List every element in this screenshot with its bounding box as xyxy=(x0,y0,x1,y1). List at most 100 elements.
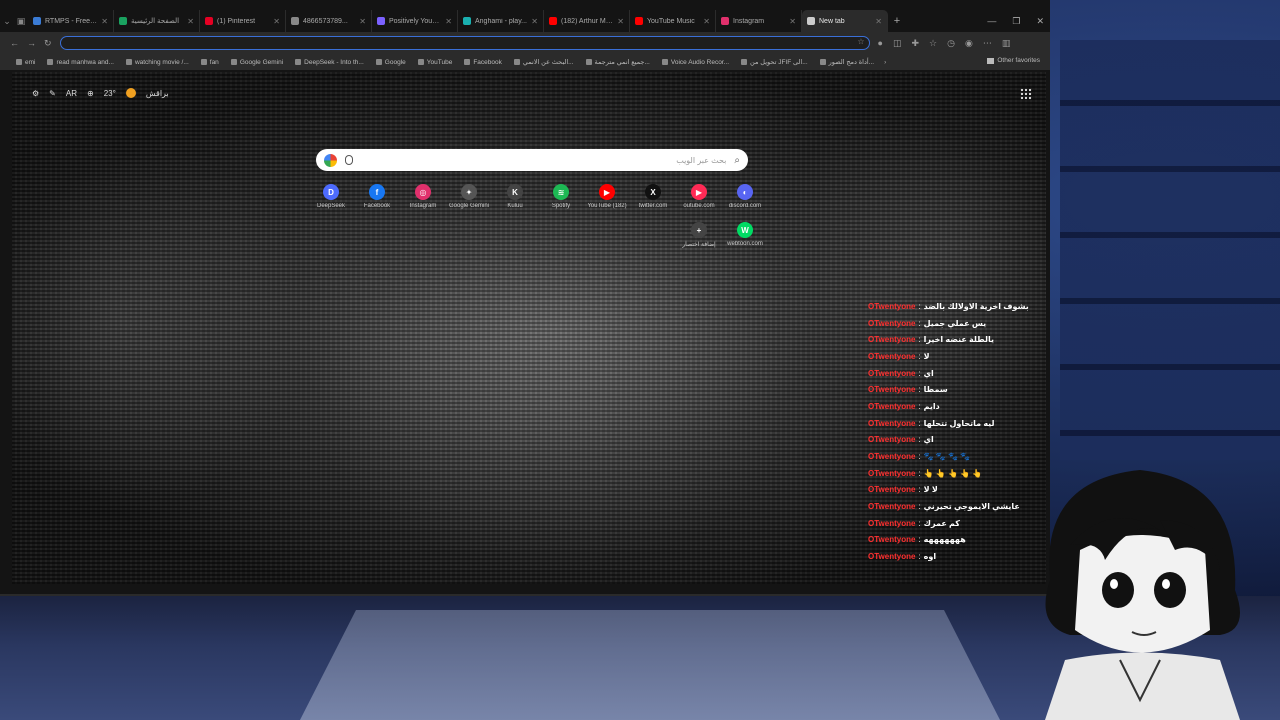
shortcut-tile[interactable]: K Kuluu xyxy=(492,184,538,222)
shortcut-tile[interactable]: ▶ YouTube (182) xyxy=(584,184,630,222)
shortcut-icon: ▶ xyxy=(599,184,615,200)
chat-separator: : xyxy=(918,452,921,462)
temperature[interactable]: 23° xyxy=(104,89,116,98)
address-bar[interactable]: ☆ xyxy=(59,36,870,50)
bookmark-item[interactable]: read manhwa and... xyxy=(47,58,114,66)
tab[interactable]: RTMPS - Free Vid... ✕ xyxy=(28,10,114,32)
web-search-box[interactable]: بحث عبر الويب ⌕ xyxy=(316,149,748,171)
window-controls: — ❐ ✕ xyxy=(987,10,1044,32)
shortcut-tile[interactable]: ✦ Google Gemini xyxy=(446,184,492,222)
bookmark-item[interactable]: Facebook xyxy=(464,58,502,66)
extension-icon[interactable]: ● xyxy=(878,38,883,49)
edit-pencil-icon[interactable]: ✎ xyxy=(49,89,56,98)
favorite-star-icon[interactable]: ☆ xyxy=(857,37,864,46)
forward-icon[interactable]: → xyxy=(27,38,36,48)
bookmark-item[interactable]: fan xyxy=(200,58,219,66)
more-menu-icon[interactable]: ⋯ xyxy=(983,38,992,49)
split-screen-icon[interactable]: ◫ xyxy=(893,38,902,49)
tab-close-icon[interactable]: ✕ xyxy=(703,17,710,26)
search-icon[interactable]: ⌕ xyxy=(734,155,740,166)
shortcut-tile[interactable]: D DeepSeek xyxy=(308,184,354,222)
language-label[interactable]: AR xyxy=(66,89,77,98)
tab[interactable]: (1) Pinterest ✕ xyxy=(200,10,286,32)
tab[interactable]: Instagram ✕ xyxy=(716,10,802,32)
bookmark-item[interactable]: watching movie /... xyxy=(125,58,189,66)
extensions-puzzle-icon[interactable]: ✚ xyxy=(912,38,920,49)
favorites-icon[interactable]: ☆ xyxy=(929,38,937,49)
bookmark-item[interactable]: emi xyxy=(16,58,35,66)
tab-close-icon[interactable]: ✕ xyxy=(875,17,882,26)
shortcut-label: YouTube (182) xyxy=(587,203,627,209)
profile-icon[interactable]: ◉ xyxy=(965,38,973,49)
other-favorites-label: Other favorites xyxy=(997,57,1040,64)
minimize-icon[interactable]: — xyxy=(987,16,996,26)
chat-separator: : xyxy=(918,435,921,445)
bookmark-item[interactable]: Voice Audio Recor... xyxy=(661,58,729,66)
tab[interactable]: 4866573789... ✕ xyxy=(286,10,372,32)
new-tab-button[interactable]: + xyxy=(888,15,906,27)
bookmark-item[interactable]: DeepSeek - Into th... xyxy=(295,58,364,66)
bookmark-list: emi read manhwa and... watching movie /...… xyxy=(16,58,874,66)
weather-location[interactable]: براقش xyxy=(146,89,169,98)
tab-close-icon[interactable]: ✕ xyxy=(789,17,796,26)
tab-close-icon[interactable]: ✕ xyxy=(101,17,108,26)
sidebar-icon[interactable]: ▥ xyxy=(1002,38,1011,49)
tab-close-icon[interactable]: ✕ xyxy=(531,17,538,26)
chat-username: OTwentyone xyxy=(868,468,916,478)
chat-username: OTwentyone xyxy=(868,368,916,378)
shortcut-tile[interactable]: f Facebook xyxy=(354,184,400,222)
address-input[interactable] xyxy=(60,37,869,49)
chat-username: OTwentyone xyxy=(868,502,916,512)
bookmark-favicon-icon xyxy=(741,59,748,65)
tab-close-icon[interactable]: ✕ xyxy=(187,17,194,26)
tab-list-chevron-icon[interactable]: ⌄ xyxy=(0,16,14,27)
history-icon[interactable]: ◷ xyxy=(947,38,955,49)
shortcut-tile[interactable]: + إضافة اختصار xyxy=(676,222,722,260)
tab-title: Positively Yours - مانها xyxy=(389,18,441,25)
tab[interactable]: Anghami - play... ✕ xyxy=(458,10,544,32)
bookmark-item[interactable]: Google Gemini xyxy=(230,58,283,66)
microphone-icon[interactable] xyxy=(345,155,353,165)
chat-text: هههههههه xyxy=(923,535,966,545)
globe-icon[interactable]: ⊕ xyxy=(87,89,94,98)
tab[interactable]: (182) Arthur Morgan... ✕ xyxy=(544,10,630,32)
reload-icon[interactable]: ↻ xyxy=(44,38,52,49)
search-engine-logo-icon xyxy=(324,153,337,167)
close-window-icon[interactable]: ✕ xyxy=(1036,16,1044,27)
tab[interactable]: الصفحة الرئيسية ✕ xyxy=(114,10,200,32)
maximize-icon[interactable]: ❐ xyxy=(1012,16,1020,27)
search-placeholder[interactable]: بحث عبر الويب xyxy=(361,156,726,165)
chat-message: OTwentyone: اي xyxy=(868,365,1048,382)
tab-close-icon[interactable]: ✕ xyxy=(445,17,452,26)
tab-close-icon[interactable]: ✕ xyxy=(617,17,624,26)
bookmarks-overflow-chevron-icon[interactable]: › xyxy=(884,59,886,66)
shortcut-label: Google Gemini xyxy=(448,203,490,209)
apps-grid-icon[interactable] xyxy=(1020,88,1032,100)
chat-username: OTwentyone xyxy=(868,335,916,345)
tab[interactable]: YouTube Music ✕ xyxy=(630,10,716,32)
shortcut-tile[interactable]: ◐ discord.com xyxy=(722,184,768,222)
bookmark-item[interactable]: جميع انمي مترجمة... xyxy=(585,58,650,66)
shortcut-tile[interactable]: Xtwitter.com xyxy=(630,184,676,222)
chat-text: عايشي الايموجي تحيرني xyxy=(923,502,1020,512)
chat-separator: : xyxy=(918,318,921,328)
bookmark-item[interactable]: أداة دمج الصور... xyxy=(819,58,874,66)
bookmark-item[interactable]: تحويل من JFIF الى... xyxy=(741,58,808,66)
tab-active[interactable]: New tab ✕ xyxy=(802,10,888,32)
bookmark-item[interactable]: Google xyxy=(375,58,406,66)
other-favorites[interactable]: Other favorites xyxy=(987,57,1040,64)
shortcut-tile[interactable]: Wwebtoon.com xyxy=(722,222,768,260)
bookmark-item[interactable]: البحث عن الانمي... xyxy=(513,58,574,66)
tab-close-icon[interactable]: ✕ xyxy=(359,17,366,26)
shortcut-tile[interactable]: ≋ Spotify xyxy=(538,184,584,222)
tab[interactable]: Positively Yours - مانها ✕ xyxy=(372,10,458,32)
chat-text: اوه xyxy=(923,552,937,562)
settings-gear-icon[interactable]: ⚙ xyxy=(32,89,39,98)
tab-close-icon[interactable]: ✕ xyxy=(273,17,280,26)
shortcut-icon: X xyxy=(645,184,661,200)
shortcut-tile[interactable]: ◎ Instagram xyxy=(400,184,446,222)
workspaces-icon[interactable]: ▣ xyxy=(14,16,28,27)
shortcut-tile[interactable]: ▶ outube.com xyxy=(676,184,722,222)
bookmark-item[interactable]: YouTube xyxy=(417,58,452,66)
back-icon[interactable]: ← xyxy=(10,38,19,48)
